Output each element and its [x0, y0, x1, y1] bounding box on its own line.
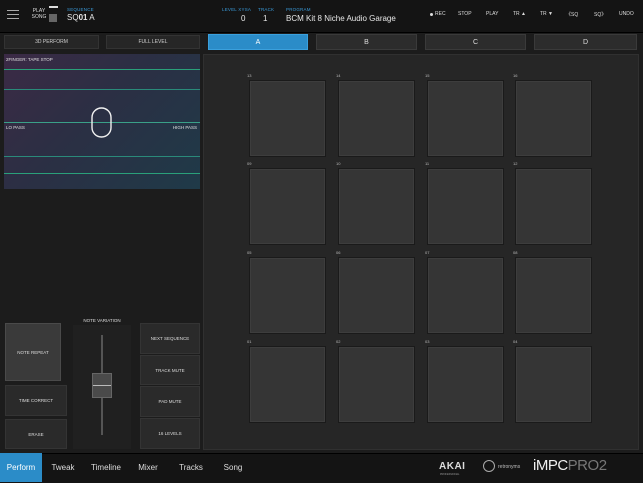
- tab-timeline[interactable]: Timeline: [86, 453, 126, 482]
- rec-dot-icon: [430, 13, 433, 16]
- note-variation-slider[interactable]: [73, 325, 131, 449]
- pad-mute-button[interactable]: PAD MUTE: [140, 386, 200, 417]
- program-selector[interactable]: BCM Kit 8 Niche Audio Garage: [286, 14, 396, 23]
- retronyms-logo-icon: [483, 460, 495, 472]
- rec-button[interactable]: REC: [435, 11, 446, 17]
- grid-line: [4, 173, 200, 174]
- drum-pad[interactable]: [338, 257, 415, 334]
- pad-number-label: 02: [336, 339, 341, 344]
- pad-number-label: 05: [247, 250, 252, 255]
- program-label: PROGRAM: [286, 7, 311, 12]
- akai-sub-logo: PROFESSIONAL: [440, 473, 460, 476]
- xy-left-label: LO PASS: [6, 125, 25, 130]
- app-name-version: 2: [598, 457, 607, 474]
- sequence-prev-button[interactable]: 《SQ: [566, 11, 578, 18]
- track-down-button[interactable]: TR ▼: [540, 11, 553, 17]
- track-up-button[interactable]: TR ▲: [513, 11, 526, 17]
- xy-filter-pad[interactable]: 2FINGER: TAPE STOP LO PASS HIGH PASS: [4, 54, 200, 189]
- time-correct-button[interactable]: TIME CORRECT: [5, 385, 67, 416]
- sequence-next-button[interactable]: SQ》: [594, 11, 606, 18]
- bank-c-button[interactable]: C: [425, 34, 526, 50]
- pad-number-label: 08: [513, 250, 518, 255]
- sequence-number: 01: [78, 13, 88, 22]
- track-label: TRACK: [258, 7, 275, 12]
- stop-button[interactable]: STOP: [458, 11, 472, 17]
- 16-levels-button[interactable]: 16 LEVELS: [140, 418, 200, 449]
- note-repeat-button[interactable]: NOTE REPEAT: [5, 323, 61, 381]
- play-song-line2: SONG: [31, 14, 47, 20]
- note-variation-label: NOTE VARIATION: [83, 318, 121, 323]
- drum-pad[interactable]: [427, 80, 504, 157]
- drum-pad[interactable]: [338, 168, 415, 245]
- drum-pad[interactable]: [427, 168, 504, 245]
- drum-pad[interactable]: [338, 80, 415, 157]
- count-label: LEVEL XYSA: [222, 7, 252, 12]
- xy-pad-title: 2FINGER: TAPE STOP: [6, 57, 53, 62]
- drum-pad[interactable]: [249, 257, 326, 334]
- undo-button[interactable]: UNDO: [619, 11, 634, 17]
- drum-pad[interactable]: [515, 80, 592, 157]
- xy-cursor-icon[interactable]: [90, 107, 114, 139]
- tab-perform[interactable]: Perform: [0, 453, 42, 482]
- bank-b-button[interactable]: B: [316, 34, 417, 50]
- drum-pad[interactable]: [249, 346, 326, 423]
- app-name-main: iMPC: [533, 457, 568, 474]
- pad-number-label: 07: [425, 250, 430, 255]
- drum-pad[interactable]: [338, 346, 415, 423]
- retronyms-logo: retronyms: [498, 464, 521, 470]
- pad-number-label: 09: [247, 161, 252, 166]
- tab-tweak[interactable]: Tweak: [46, 453, 80, 482]
- grid-line: [4, 89, 200, 90]
- pad-number-label: 15: [425, 73, 430, 78]
- play-button[interactable]: PLAY: [486, 11, 498, 17]
- drum-pad[interactable]: [515, 168, 592, 245]
- drum-pad[interactable]: [427, 257, 504, 334]
- sequence-prefix: SQ: [67, 13, 79, 22]
- sequence-letter: A: [89, 13, 95, 22]
- drum-pad[interactable]: [515, 257, 592, 334]
- app-name-pro: PRO: [567, 457, 600, 474]
- pad-number-label: 12: [513, 161, 518, 166]
- bank-a-button[interactable]: A: [208, 34, 308, 50]
- pad-number-label: 14: [336, 73, 341, 78]
- full-level-button[interactable]: FULL LEVEL: [106, 35, 200, 49]
- pad-number-label: 06: [336, 250, 341, 255]
- erase-button[interactable]: ERASE: [5, 419, 67, 449]
- tab-mixer[interactable]: Mixer: [133, 453, 163, 482]
- bank-d-button[interactable]: D: [534, 34, 637, 50]
- count-value[interactable]: 0: [241, 14, 245, 23]
- drum-pad[interactable]: [515, 346, 592, 423]
- xy-right-label: HIGH PASS: [172, 125, 197, 130]
- drum-pad[interactable]: [249, 168, 326, 245]
- slider-handle[interactable]: [92, 373, 112, 398]
- track-value[interactable]: 1: [263, 14, 267, 23]
- pad-number-label: 10: [336, 161, 341, 166]
- tab-song[interactable]: Song: [218, 453, 248, 482]
- drum-pad[interactable]: [249, 80, 326, 157]
- play-song-toggle[interactable]: [49, 14, 57, 22]
- pad-number-label: 01: [247, 339, 252, 344]
- track-mute-button[interactable]: TRACK MUTE: [140, 355, 200, 385]
- sequence-label: SEQUENCE: [67, 7, 94, 12]
- play-song-button[interactable]: PLAY SONG: [30, 8, 48, 20]
- play-song-indicator: [49, 6, 58, 8]
- pad-number-label: 11: [425, 161, 430, 166]
- grid-line: [4, 69, 200, 70]
- grid-line: [4, 156, 200, 157]
- sequence-selector[interactable]: SQ01 A: [67, 13, 95, 22]
- tab-tracks[interactable]: Tracks: [174, 453, 208, 482]
- pad-number-label: 04: [513, 339, 518, 344]
- pad-number-label: 13: [247, 73, 252, 78]
- drum-pad[interactable]: [427, 346, 504, 423]
- pad-number-label: 03: [425, 339, 430, 344]
- pad-number-label: 16: [513, 73, 518, 78]
- next-sequence-button[interactable]: NEXT SEQUENCE: [140, 323, 200, 354]
- 3d-perform-button[interactable]: 3D PERFORM: [4, 35, 99, 49]
- impc-pro-logo: iMPCPRO2: [533, 457, 607, 474]
- akai-logo: AKAI: [439, 461, 466, 472]
- menu-icon[interactable]: [7, 10, 19, 19]
